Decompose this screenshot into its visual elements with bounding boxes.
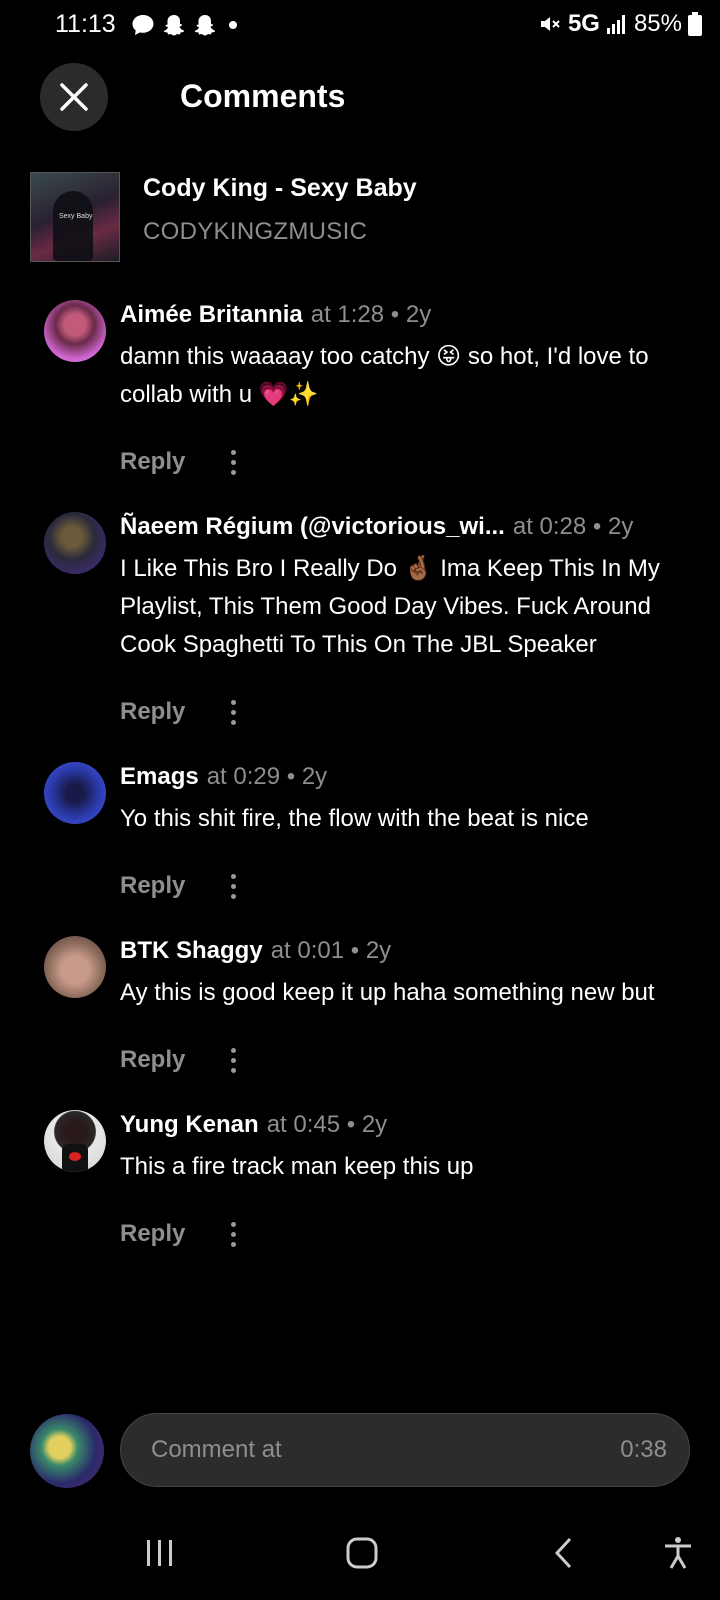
comment-header: Ñaeem Régium (@victorious_wi... at 0:28 •… bbox=[120, 512, 690, 542]
status-time: 11:13 bbox=[55, 10, 116, 38]
comment-author[interactable]: Ñaeem Régium (@victorious_wi... bbox=[120, 513, 505, 540]
more-vertical-icon[interactable] bbox=[223, 1221, 243, 1247]
more-vertical-icon[interactable] bbox=[223, 873, 243, 899]
home-button[interactable] bbox=[345, 1536, 379, 1570]
more-vertical-icon[interactable] bbox=[223, 1047, 243, 1073]
comment-text: This a fire track man keep this up bbox=[120, 1153, 474, 1180]
comment-meta: at 1:28 • 2y bbox=[310, 301, 432, 328]
comment-input[interactable]: Comment at 0:38 bbox=[120, 1413, 690, 1487]
battery-icon bbox=[688, 12, 702, 36]
comment-actions: Reply bbox=[120, 692, 690, 732]
comment-item: Aimée Britannia at 1:28 • 2y damn this wa… bbox=[0, 300, 720, 482]
battery-percent: 85% bbox=[633, 10, 682, 37]
avatar[interactable] bbox=[44, 512, 106, 574]
page-title: Comments bbox=[180, 78, 346, 114]
comment-author[interactable]: Aimée Britannia bbox=[120, 301, 303, 328]
comment-meta: at 0:28 • 2y bbox=[512, 513, 634, 540]
avatar[interactable] bbox=[44, 762, 106, 824]
comment-body: Ñaeem Régium (@victorious_wi... at 0:28 •… bbox=[120, 512, 690, 732]
accessibility-icon bbox=[665, 1537, 691, 1569]
comment-actions: Reply bbox=[120, 1214, 690, 1254]
reply-button[interactable]: Reply bbox=[120, 448, 185, 476]
back-button[interactable] bbox=[552, 1536, 576, 1570]
comment-input-placeholder: Comment at bbox=[151, 1436, 282, 1463]
track-cover-art: Sexy Baby bbox=[30, 172, 120, 262]
comment-meta: at 0:45 • 2y bbox=[266, 1111, 388, 1138]
comment-item: Ñaeem Régium (@victorious_wi... at 0:28 •… bbox=[0, 512, 720, 732]
comment-text: Ay this is good keep it up haha somethin… bbox=[120, 979, 655, 1006]
comment-text: damn this waaaay too catchy 😝 so hot, I'… bbox=[120, 343, 649, 408]
close-icon bbox=[60, 83, 88, 111]
comment-header: Aimée Britannia at 1:28 • 2y bbox=[120, 300, 690, 330]
avatar[interactable] bbox=[44, 1110, 106, 1172]
comment-item: Emags at 0:29 • 2y Yo this shit fire, the… bbox=[0, 762, 720, 906]
notification-icons bbox=[130, 12, 237, 38]
comment-author[interactable]: Emags bbox=[120, 763, 199, 790]
reply-button[interactable]: Reply bbox=[120, 1220, 185, 1248]
comment-timestamp[interactable]: 0:38 bbox=[620, 1436, 667, 1464]
comment-item: BTK Shaggy at 0:01 • 2y Ay this is good k… bbox=[0, 936, 720, 1080]
home-icon bbox=[346, 1537, 378, 1569]
comment-header: BTK Shaggy at 0:01 • 2y bbox=[120, 936, 690, 966]
status-bar: 11:13 5G 85% bbox=[0, 0, 720, 52]
status-right: 5G 85% bbox=[538, 10, 702, 38]
comment-text: I Like This Bro I Really Do 🤞🏾 Ima Keep … bbox=[120, 555, 660, 658]
system-nav-bar bbox=[0, 1520, 720, 1590]
avatar[interactable] bbox=[44, 936, 106, 998]
comment-author[interactable]: Yung Kenan bbox=[120, 1111, 259, 1138]
recents-button[interactable] bbox=[144, 1536, 176, 1570]
cover-text: Sexy Baby bbox=[59, 213, 93, 220]
reply-button[interactable]: Reply bbox=[120, 1046, 185, 1074]
track-info[interactable]: Sexy Baby Cody King - Sexy Baby CODYKING… bbox=[30, 172, 690, 264]
reply-button[interactable]: Reply bbox=[120, 698, 185, 726]
snapchat-icon-2 bbox=[194, 15, 215, 36]
reply-button[interactable]: Reply bbox=[120, 872, 185, 900]
more-vertical-icon[interactable] bbox=[223, 449, 243, 475]
accessibility-button[interactable] bbox=[662, 1536, 694, 1570]
user-avatar bbox=[30, 1414, 104, 1488]
track-artist[interactable]: CODYKINGZMUSIC bbox=[143, 218, 367, 246]
track-title: Cody King - Sexy Baby bbox=[143, 174, 417, 202]
more-notifications-dot bbox=[229, 21, 237, 29]
comment-meta: at 0:01 • 2y bbox=[270, 937, 392, 964]
comment-body: Emags at 0:29 • 2y Yo this shit fire, the… bbox=[120, 762, 690, 906]
comment-body: BTK Shaggy at 0:01 • 2y Ay this is good k… bbox=[120, 936, 690, 1080]
comment-body: Yung Kenan at 0:45 • 2y This a fire track… bbox=[120, 1110, 690, 1254]
comment-actions: Reply bbox=[120, 866, 690, 906]
comments-list: Aimée Britannia at 1:28 • 2y damn this wa… bbox=[0, 300, 720, 1254]
comment-text: Yo this shit fire, the flow with the bea… bbox=[120, 805, 589, 832]
comment-header: Emags at 0:29 • 2y bbox=[120, 762, 690, 792]
network-label: 5G bbox=[567, 10, 600, 37]
comment-meta: at 0:29 • 2y bbox=[206, 763, 328, 790]
comment-header: Yung Kenan at 0:45 • 2y bbox=[120, 1110, 690, 1140]
close-button[interactable] bbox=[40, 63, 108, 131]
mute-icon bbox=[540, 17, 560, 31]
comment-body: Aimée Britannia at 1:28 • 2y damn this wa… bbox=[120, 300, 690, 482]
back-icon bbox=[554, 1537, 572, 1569]
comment-author[interactable]: BTK Shaggy bbox=[120, 937, 263, 964]
cover-figure bbox=[53, 191, 93, 261]
comment-item: Yung Kenan at 0:45 • 2y This a fire track… bbox=[0, 1110, 720, 1254]
comments-screen: 11:13 5G 85% Comments Sexy Baby Cody Kin… bbox=[0, 0, 720, 1600]
signal-icon bbox=[606, 15, 625, 34]
recents-icon bbox=[147, 1540, 172, 1566]
message-icon bbox=[132, 15, 154, 35]
avatar[interactable] bbox=[44, 300, 106, 362]
more-vertical-icon[interactable] bbox=[223, 699, 243, 725]
comment-actions: Reply bbox=[120, 1040, 690, 1080]
comment-actions: Reply bbox=[120, 442, 690, 482]
snapchat-icon bbox=[163, 15, 184, 36]
